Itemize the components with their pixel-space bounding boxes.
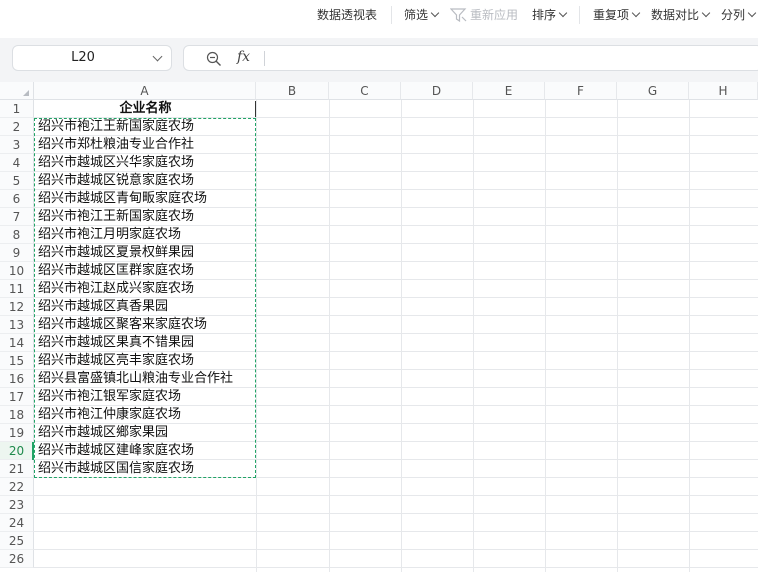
funnel-icon [450, 7, 467, 22]
chevron-down-icon[interactable] [152, 51, 163, 62]
row-header-6[interactable]: 6 [0, 190, 34, 208]
name-box-value: L20 [71, 50, 95, 65]
toolbar-divider [579, 6, 580, 24]
chevron-down-icon [701, 8, 711, 18]
gridline [34, 549, 758, 550]
cell-a13[interactable]: 绍兴市越城区聚客来家庭农场 [35, 316, 207, 334]
zoom-icon[interactable] [206, 51, 222, 67]
column-header-f[interactable]: F [545, 82, 617, 100]
data-compare-button[interactable]: 数据对比 [651, 7, 711, 23]
row-header-7[interactable]: 7 [0, 208, 34, 226]
formula-input[interactable]: fx [183, 45, 758, 71]
cell-a21[interactable]: 绍兴市越城区国信家庭农场 [35, 460, 194, 478]
column-header-d[interactable]: D [401, 82, 473, 100]
row-header-2[interactable]: 2 [0, 118, 34, 136]
cell-a6[interactable]: 绍兴市越城区青甸畈家庭农场 [35, 190, 207, 208]
formula-bar: L20 fx [0, 38, 758, 82]
row-header-14[interactable]: 14 [0, 334, 34, 352]
row-header-25[interactable]: 25 [0, 532, 34, 550]
cell-a3[interactable]: 绍兴市郑杜粮油专业合作社 [35, 136, 194, 154]
cell-a7[interactable]: 绍兴市袍江王新国家庭农场 [35, 208, 194, 226]
gridline [34, 567, 758, 568]
cell-a12[interactable]: 绍兴市越城区真香果园 [35, 298, 168, 316]
cell-a17[interactable]: 绍兴市袍江银军家庭农场 [35, 388, 181, 406]
row-header-26[interactable]: 26 [0, 550, 34, 568]
row-header-5[interactable]: 5 [0, 172, 34, 190]
cell-a11[interactable]: 绍兴市袍江赵成兴家庭农场 [35, 280, 194, 298]
spreadsheet-grid[interactable]: A B C D E F G H 1 2 3 4 5 6 7 8 9 10 11 12 13 14 15 16 17 18 19 20 2… [0, 82, 758, 572]
filter-button[interactable]: 筛选 [404, 7, 440, 23]
column-header-c[interactable]: C [329, 82, 401, 100]
data-compare-label: 数据对比 [651, 8, 700, 22]
duplicates-label: 重复项 [593, 8, 630, 22]
cell-a19[interactable]: 绍兴市越城区鄉家果园 [35, 424, 168, 442]
cell-a15[interactable]: 绍兴市越城区亮丰家庭农场 [35, 352, 194, 370]
gridline [34, 531, 758, 532]
row-header-1[interactable]: 1 [0, 100, 34, 118]
cell-a5[interactable]: 绍兴市越城区锐意家庭农场 [35, 172, 194, 190]
formula-divider [264, 51, 265, 66]
cell-a8[interactable]: 绍兴市袍江月明家庭农场 [35, 226, 181, 244]
row-header-18[interactable]: 18 [0, 406, 34, 424]
reapply-button[interactable]: 重新应用 [450, 7, 518, 23]
cell-a10[interactable]: 绍兴市越城区匡群家庭农场 [35, 262, 194, 280]
cell-a14[interactable]: 绍兴市越城区果真不错果园 [35, 334, 194, 352]
row-header-10[interactable]: 10 [0, 262, 34, 280]
text-to-columns-label: 分列 [721, 8, 746, 22]
toolbar-divider [391, 6, 392, 24]
select-all-triangle-icon [23, 90, 29, 96]
row-header-15[interactable]: 15 [0, 352, 34, 370]
row-header-12[interactable]: 12 [0, 298, 34, 316]
pivot-table-button[interactable]: 数据透视表 [317, 7, 377, 23]
row-header-20[interactable]: 20 [0, 442, 34, 460]
chevron-down-icon [747, 8, 757, 18]
row-header-4[interactable]: 4 [0, 154, 34, 172]
row-header-23[interactable]: 23 [0, 496, 34, 514]
cell-a18[interactable]: 绍兴市袍江仲康家庭农场 [35, 406, 181, 424]
cell-overflow-marker [255, 101, 256, 117]
pivot-table-label: 数据透视表 [317, 8, 378, 22]
row-header-17[interactable]: 17 [0, 388, 34, 406]
row-header-11[interactable]: 11 [0, 280, 34, 298]
column-header-a[interactable]: A [34, 82, 256, 100]
duplicates-button[interactable]: 重复项 [593, 7, 641, 23]
cell-a16[interactable]: 绍兴县富盛镇北山粮油专业合作社 [35, 370, 233, 388]
chevron-down-icon [430, 8, 440, 18]
column-header-e[interactable]: E [473, 82, 545, 100]
gridline [34, 495, 758, 496]
sort-button[interactable]: 排序 [532, 7, 568, 23]
text-to-columns-button[interactable]: 分列 [721, 7, 757, 23]
cell-a20[interactable]: 绍兴市越城区建峰家庭农场 [35, 442, 194, 460]
row-header-3[interactable]: 3 [0, 136, 34, 154]
row-header-9[interactable]: 9 [0, 244, 34, 262]
row-header-22[interactable]: 22 [0, 478, 34, 496]
select-all-corner[interactable] [0, 82, 34, 100]
cell-a2[interactable]: 绍兴市袍江王新国家庭农场 [35, 118, 194, 136]
row-header-16[interactable]: 16 [0, 370, 34, 388]
row-header-21[interactable]: 21 [0, 460, 34, 478]
column-header-g[interactable]: G [617, 82, 689, 100]
row-header-19[interactable]: 19 [0, 424, 34, 442]
cell-a9[interactable]: 绍兴市越城区夏景权鲜果园 [35, 244, 194, 262]
sort-label: 排序 [532, 8, 557, 22]
reapply-label: 重新应用 [470, 8, 519, 22]
chevron-down-icon [631, 8, 641, 18]
filter-label: 筛选 [404, 8, 429, 22]
name-box[interactable]: L20 [12, 45, 172, 71]
row-header-8[interactable]: 8 [0, 226, 34, 244]
column-header-b[interactable]: B [256, 82, 329, 100]
fx-icon[interactable]: fx [237, 49, 250, 65]
row-header-13[interactable]: 13 [0, 316, 34, 334]
chevron-down-icon [558, 8, 568, 18]
gridline [34, 513, 758, 514]
ribbon-toolbar: 数据透视表 筛选 重新应用 排序 重复项 数据对比 分列 [0, 0, 758, 39]
cell-a4[interactable]: 绍兴市越城区兴华家庭农场 [35, 154, 194, 172]
row-header-24[interactable]: 24 [0, 514, 34, 532]
column-header-h[interactable]: H [689, 82, 758, 100]
cell-a1[interactable]: 企业名称 [35, 100, 256, 118]
